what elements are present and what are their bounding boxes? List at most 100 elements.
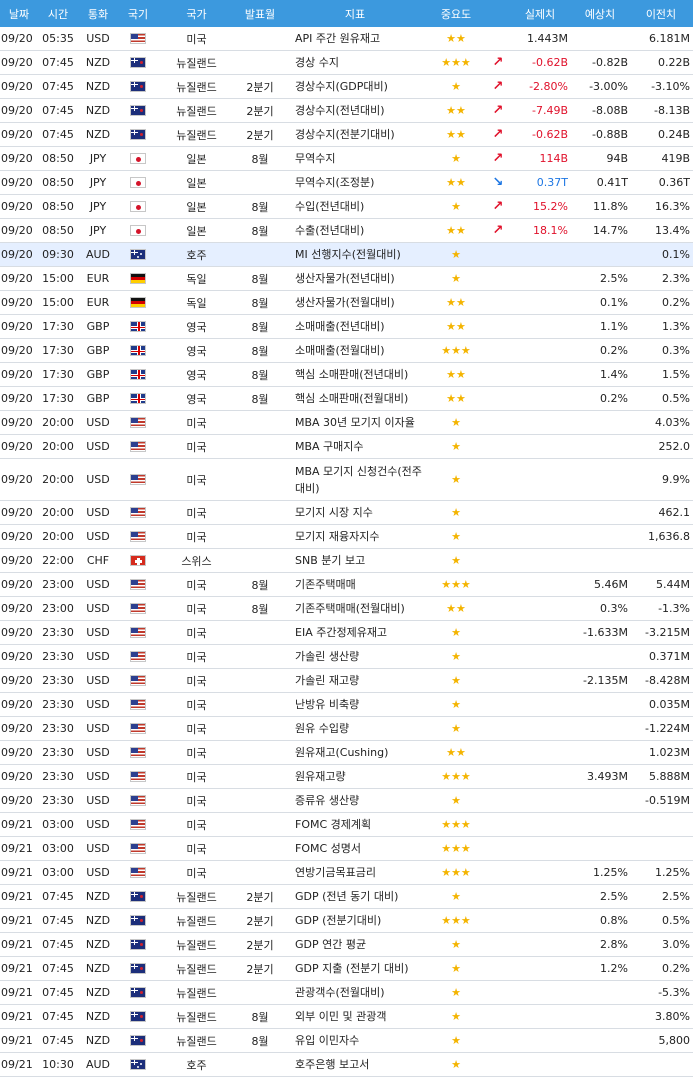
table-row[interactable]: 09/20 23:30 USD 미국 가솔린 생산량 ★ 0.371M <box>0 645 693 669</box>
header-period[interactable]: 발표월 <box>235 6 285 22</box>
row-indicator[interactable]: GDP (전분기대비) <box>285 912 425 929</box>
row-indicator[interactable]: GDP 연간 평균 <box>285 936 425 953</box>
table-row[interactable]: 09/21 07:45 NZD 뉴질랜드 2분기 GDP (전분기대비) ★★★ 0.8% 0.… <box>0 909 693 933</box>
table-row[interactable]: 09/20 17:30 GBP 영국 8월 소매매출(전월대비) ★★★ 0.2% 0.3% <box>0 339 693 363</box>
row-indicator[interactable]: GDP (전년 동기 대비) <box>285 888 425 905</box>
table-row[interactable]: 09/21 07:45 NZD 뉴질랜드 2분기 GDP (전년 동기 대비) ★ 2.5% 2… <box>0 885 693 909</box>
row-indicator[interactable]: 가솔린 재고량 <box>285 672 425 689</box>
table-row[interactable]: 09/20 20:00 USD 미국 모기지 시장 지수 ★ 462.1 <box>0 501 693 525</box>
row-indicator[interactable]: 핵심 소매판매(전년대비) <box>285 366 425 383</box>
header-country[interactable]: 국가 <box>158 6 235 22</box>
table-row[interactable]: 09/20 07:45 NZD 뉴질랜드 경상 수지 ★★★ ↗ -0.62B -0.82B 0.… <box>0 51 693 75</box>
row-indicator[interactable]: 기존주택매매 <box>285 576 425 593</box>
table-row[interactable]: 09/20 07:45 NZD 뉴질랜드 2분기 경상수지(전년대비) ★★ ↗ -7.49B -… <box>0 99 693 123</box>
row-previous: -5.3% <box>658 986 690 999</box>
header-indicator[interactable]: 지표 <box>285 6 425 22</box>
table-row[interactable]: 09/20 17:30 GBP 영국 8월 핵심 소매판매(전년대비) ★★ 1.4% 1.5% <box>0 363 693 387</box>
row-indicator[interactable]: 호주은행 보고서 <box>285 1056 425 1073</box>
header-forecast[interactable]: 예상치 <box>571 6 629 22</box>
header-flag[interactable]: 국기 <box>118 6 158 22</box>
table-row[interactable]: 09/20 15:00 EUR 독일 8월 생산자물가(전월대비) ★★ 0.1% 0.2% <box>0 291 693 315</box>
table-row[interactable]: 09/20 23:30 USD 미국 증류유 생산량 ★ -0.519M <box>0 789 693 813</box>
row-indicator[interactable]: EIA 주간정제유재고 <box>285 624 425 641</box>
row-indicator[interactable]: 핵심 소매판매(전월대비) <box>285 390 425 407</box>
table-row[interactable]: 09/21 03:00 USD 미국 FOMC 경제계획 ★★★ <box>0 813 693 837</box>
table-row[interactable]: 09/21 07:45 NZD 뉴질랜드 2분기 GDP 지출 (전분기 대비) ★ 1.2%… <box>0 957 693 981</box>
table-row[interactable]: 09/20 08:50 JPY 일본 8월 무역수지 ★ ↗ 114B 94B 419B <box>0 147 693 171</box>
table-row[interactable]: 09/20 23:00 USD 미국 8월 기존주택매매(전월대비) ★★ 0.3% -1.3% <box>0 597 693 621</box>
table-row[interactable]: 09/20 20:00 USD 미국 모기지 재융자지수 ★ 1,636.8 <box>0 525 693 549</box>
header-previous[interactable]: 이전치 <box>629 6 693 22</box>
row-indicator[interactable]: SNB 분기 보고 <box>285 552 425 569</box>
table-row[interactable]: 09/21 07:45 NZD 뉴질랜드 관광객수(전월대비) ★ -5.3% <box>0 981 693 1005</box>
table-row[interactable]: 09/21 03:00 USD 미국 연방기금목표금리 ★★★ 1.25% 1.25% <box>0 861 693 885</box>
row-indicator[interactable]: 증류유 생산량 <box>285 792 425 809</box>
row-indicator[interactable]: FOMC 경제계획 <box>285 816 425 833</box>
row-indicator[interactable]: 경상수지(전분기대비) <box>285 126 425 143</box>
table-row[interactable]: 09/20 17:30 GBP 영국 8월 소매매출(전년대비) ★★ 1.1% 1.3% <box>0 315 693 339</box>
row-indicator[interactable]: 생산자물가(전년대비) <box>285 270 425 287</box>
row-indicator[interactable]: 기존주택매매(전월대비) <box>285 600 425 617</box>
table-row[interactable]: 09/20 17:30 GBP 영국 8월 핵심 소매판매(전월대비) ★★ 0.2% 0.5% <box>0 387 693 411</box>
table-row[interactable]: 09/20 22:00 CHF 스위스 SNB 분기 보고 ★ <box>0 549 693 573</box>
table-row[interactable]: 09/20 08:50 JPY 일본 무역수지(조정분) ★★ ↘ 0.37T 0.41T 0.3… <box>0 171 693 195</box>
table-row[interactable]: 09/20 23:30 USD 미국 원유재고량 ★★★ 3.493M 5.888M <box>0 765 693 789</box>
row-indicator[interactable]: 모기지 재융자지수 <box>285 528 425 545</box>
row-flag-cell <box>118 225 158 236</box>
row-indicator[interactable]: 소매매출(전년대비) <box>285 318 425 335</box>
table-row[interactable]: 09/20 20:00 USD 미국 MBA 모기지 신청건수(전주대비) ★ 9.9% <box>0 459 693 501</box>
row-indicator[interactable]: 원유재고량 <box>285 768 425 785</box>
table-row[interactable]: 09/20 15:00 EUR 독일 8월 생산자물가(전년대비) ★ 2.5% 2.3% <box>0 267 693 291</box>
table-row[interactable]: 09/20 09:30 AUD 호주 MI 선행지수(전월대비) ★ 0.1% <box>0 243 693 267</box>
row-indicator[interactable]: 경상 수지 <box>285 54 425 71</box>
header-time[interactable]: 시간 <box>38 6 78 22</box>
row-indicator[interactable]: 연방기금목표금리 <box>285 864 425 881</box>
row-indicator[interactable]: 가솔린 생산량 <box>285 648 425 665</box>
row-indicator[interactable]: GDP 지출 (전분기 대비) <box>285 960 425 977</box>
table-row[interactable]: 09/21 07:45 NZD 뉴질랜드 8월 외부 이민 및 관광객 ★ 3.80% <box>0 1005 693 1029</box>
row-indicator[interactable]: MBA 구매지수 <box>285 438 425 455</box>
table-row[interactable]: 09/21 07:45 NZD 뉴질랜드 2분기 GDP 연간 평균 ★ 2.8% 3.0% <box>0 933 693 957</box>
row-indicator[interactable]: 소매매출(전월대비) <box>285 342 425 359</box>
table-row[interactable]: 09/20 23:30 USD 미국 원유 수입량 ★ -1.224M <box>0 717 693 741</box>
row-indicator[interactable]: 경상수지(GDP대비) <box>285 78 425 95</box>
header-actual[interactable]: 실제치 <box>509 6 571 22</box>
table-row[interactable]: 09/20 08:50 JPY 일본 8월 수입(전년대비) ★ ↗ 15.2% 11.8% 16.… <box>0 195 693 219</box>
row-indicator[interactable]: 원유재고(Cushing) <box>285 744 425 761</box>
row-indicator[interactable]: 무역수지(조정분) <box>285 174 425 191</box>
row-indicator[interactable]: 수출(전년대비) <box>285 222 425 239</box>
row-indicator[interactable]: 유입 이민자수 <box>285 1032 425 1049</box>
row-indicator[interactable]: MBA 30년 모기지 이자율 <box>285 414 425 431</box>
table-row[interactable]: 09/21 10:30 AUD 호주 호주은행 보고서 ★ <box>0 1053 693 1077</box>
table-row[interactable]: 09/20 05:35 USD 미국 API 주간 원유재고 ★★ 1.443M 6.181M <box>0 27 693 51</box>
row-indicator[interactable]: API 주간 원유재고 <box>285 30 425 47</box>
table-row[interactable]: 09/20 23:30 USD 미국 난방유 비축량 ★ 0.035M <box>0 693 693 717</box>
table-row[interactable]: 09/20 23:00 USD 미국 8월 기존주택매매 ★★★ 5.46M 5.44M <box>0 573 693 597</box>
table-row[interactable]: 09/20 07:45 NZD 뉴질랜드 2분기 경상수지(GDP대비) ★ ↗ -2.80% -… <box>0 75 693 99</box>
row-indicator[interactable]: 경상수지(전년대비) <box>285 102 425 119</box>
header-date[interactable]: 날짜 <box>0 6 38 22</box>
row-indicator[interactable]: 관광객수(전월대비) <box>285 984 425 1001</box>
table-row[interactable]: 09/21 03:00 USD 미국 FOMC 성명서 ★★★ <box>0 837 693 861</box>
row-indicator[interactable]: MBA 모기지 신청건수(전주대비) <box>285 463 425 497</box>
row-indicator[interactable]: MI 선행지수(전월대비) <box>285 246 425 263</box>
header-currency[interactable]: 통화 <box>78 6 118 22</box>
table-row[interactable]: 09/20 08:50 JPY 일본 8월 수출(전년대비) ★★ ↗ 18.1% 14.7% 13… <box>0 219 693 243</box>
table-row[interactable]: 09/20 07:45 NZD 뉴질랜드 2분기 경상수지(전분기대비) ★★ ↗ -0.62B… <box>0 123 693 147</box>
row-currency: USD <box>86 650 110 663</box>
row-indicator[interactable]: 생산자물가(전월대비) <box>285 294 425 311</box>
table-row[interactable]: 09/20 20:00 USD 미국 MBA 30년 모기지 이자율 ★ 4.03% <box>0 411 693 435</box>
row-indicator[interactable]: 수입(전년대비) <box>285 198 425 215</box>
header-importance[interactable]: 중요도 <box>425 6 487 22</box>
row-indicator[interactable]: 무역수지 <box>285 150 425 167</box>
table-row[interactable]: 09/21 07:45 NZD 뉴질랜드 8월 유입 이민자수 ★ 5,800 <box>0 1029 693 1053</box>
row-indicator[interactable]: 외부 이민 및 관광객 <box>285 1008 425 1025</box>
table-row[interactable]: 09/20 20:00 USD 미국 MBA 구매지수 ★ 252.0 <box>0 435 693 459</box>
row-indicator[interactable]: 원유 수입량 <box>285 720 425 737</box>
table-row[interactable]: 09/20 23:30 USD 미국 가솔린 재고량 ★ -2.135M -8.428M <box>0 669 693 693</box>
row-indicator[interactable]: FOMC 성명서 <box>285 840 425 857</box>
table-row[interactable]: 09/20 23:30 USD 미국 EIA 주간정제유재고 ★ -1.633M -3.215… <box>0 621 693 645</box>
table-row[interactable]: 09/20 23:30 USD 미국 원유재고(Cushing) ★★ 1.023M <box>0 741 693 765</box>
row-indicator[interactable]: 난방유 비축량 <box>285 696 425 713</box>
row-indicator[interactable]: 모기지 시장 지수 <box>285 504 425 521</box>
